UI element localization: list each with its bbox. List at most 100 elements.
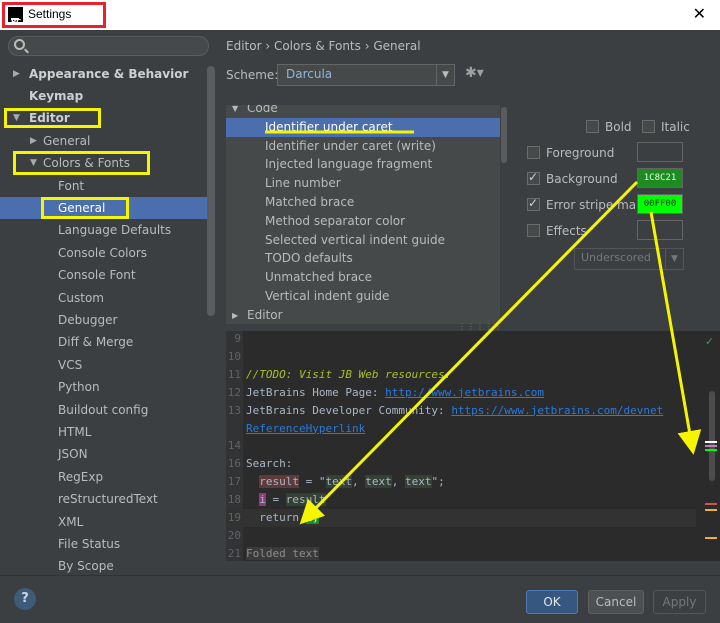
attribute-list-item[interactable]: Matched brace <box>226 193 500 212</box>
attribute-list-label: Matched brace <box>265 195 355 209</box>
code-token: JetBrains Home Page: <box>246 385 386 399</box>
cancel-button[interactable]: Cancel <box>588 590 644 614</box>
attribute-list-item[interactable]: Identifier under caret (write) <box>226 137 500 156</box>
attribute-list-scrollbar[interactable] <box>500 105 508 324</box>
close-icon[interactable]: ✕ <box>693 4 706 23</box>
code-line: 21 Folded text <box>226 545 696 561</box>
attribute-list-item[interactable]: Method separator color <box>226 212 500 231</box>
bold-checkbox[interactable] <box>586 120 599 133</box>
editor-scrollbar[interactable] <box>709 391 715 481</box>
apply-button[interactable]: Apply <box>653 590 706 614</box>
attribute-list-item[interactable]: Vertical indent guide <box>226 287 500 306</box>
stripe-mark <box>705 441 717 443</box>
attribute-list-scroll-thumb[interactable] <box>501 107 507 163</box>
search-icon <box>14 39 25 50</box>
code-token: = <box>265 493 286 507</box>
attribute-list-label: Selected vertical indent guide <box>265 232 446 247</box>
ok-button[interactable]: OK <box>526 590 578 614</box>
scheme-value: Darcula <box>286 67 333 81</box>
sidebar-item[interactable]: ▶ General <box>0 130 207 152</box>
attribute-list-item[interactable]: ▼ Code <box>226 105 500 118</box>
sidebar-item[interactable]: JSON <box>0 443 207 465</box>
search-input[interactable] <box>8 36 209 56</box>
code-text: Folded text <box>243 546 319 560</box>
attribute-list-item[interactable]: Unmatched brace <box>226 268 500 287</box>
collapsed-arrow-icon[interactable]: ▶ <box>30 130 37 152</box>
sidebar-item[interactable]: Python <box>0 376 207 398</box>
dialog-footer: ? OK Cancel Apply <box>0 575 720 623</box>
sidebar-item[interactable]: RegExp <box>0 466 207 488</box>
help-icon[interactable]: ? <box>14 588 36 610</box>
sidebar-item[interactable]: Font <box>0 175 207 197</box>
sidebar-item[interactable]: Console Colors <box>0 242 207 264</box>
sidebar-item-label: Custom <box>58 290 104 305</box>
code-token: Folded text <box>246 546 319 560</box>
code-token: text <box>365 475 392 489</box>
code-token: JetBrains Developer Community: <box>246 403 452 417</box>
background-checkbox[interactable] <box>527 170 540 185</box>
splitter-handle[interactable]: ⋮⋮⋮⋮⋮ <box>458 322 503 331</box>
scheme-select[interactable]: Darcula ▼ <box>277 64 455 86</box>
general-highlight-box <box>41 197 129 219</box>
collapsed-arrow-icon[interactable]: ▶ <box>13 63 20 85</box>
line-number: 18 <box>227 493 241 507</box>
bold-label: Bold <box>605 120 632 134</box>
attribute-list-item[interactable]: Injected language fragment <box>226 155 500 174</box>
collapsed-arrow-icon[interactable]: ▶ <box>232 306 238 324</box>
attribute-list-item[interactable]: Selected vertical indent guide <box>226 231 500 250</box>
foreground-checkbox[interactable] <box>527 146 540 159</box>
code-preview[interactable]: 9 10 11//TODO: Visit JB Web resources: 12 Je… <box>226 331 720 561</box>
code-token: , <box>391 475 405 489</box>
sidebar-item[interactable]: ▶ Appearance & Behavior <box>0 63 207 85</box>
effects-type-select[interactable]: Underscored ▼ <box>574 248 684 270</box>
attribute-list-item[interactable]: TODO defaults <box>226 249 500 268</box>
sidebar-item[interactable]: Custom <box>0 287 207 309</box>
sidebar-item[interactable]: Diff & Merge <box>0 331 207 353</box>
sidebar-item[interactable]: Language Defaults <box>0 219 207 241</box>
sidebar-item[interactable]: Debugger <box>0 309 207 331</box>
colors-fonts-highlight-box <box>13 151 150 175</box>
sidebar-item[interactable]: XML <box>0 511 207 533</box>
line-number: 17 <box>227 475 241 489</box>
attribute-list-label: TODO defaults <box>265 251 353 266</box>
sidebar-item[interactable]: Buildout config <box>0 399 207 421</box>
effects-color-swatch[interactable] <box>637 220 683 240</box>
sidebar-scrollbar[interactable] <box>207 66 215 316</box>
code-line: 17 result = "text, text, text"; <box>226 473 696 491</box>
sidebar-item-label: JSON <box>58 447 88 462</box>
code-text: result = "text, text, text"; <box>243 475 445 489</box>
code-line: 20 <box>226 527 696 545</box>
error-stripe-color-swatch[interactable]: 00FF00 <box>637 194 683 214</box>
code-token: http://www.jetbrains.com <box>385 385 545 399</box>
sidebar-item[interactable]: VCS <box>0 354 207 376</box>
sidebar-item[interactable]: Console Font <box>0 264 207 286</box>
sidebar-item-label: Console Colors <box>58 245 148 260</box>
sidebar-item[interactable]: reStructuredText <box>0 488 207 510</box>
error-stripe-checkbox[interactable] <box>527 196 540 211</box>
sidebar-item[interactable]: File Status <box>0 533 207 555</box>
sidebar-item[interactable]: Keymap <box>0 85 207 107</box>
sidebar-item-label: Appearance & Behavior <box>29 67 189 81</box>
sidebar-item-label: Language Defaults <box>58 223 172 238</box>
background-color-swatch[interactable]: 1C8C21 <box>637 168 683 188</box>
expanded-arrow-icon[interactable]: ▼ <box>232 105 238 118</box>
code-text: i = result <box>243 493 326 507</box>
attribute-list-label: Vertical indent guide <box>265 289 390 303</box>
attribute-list-label: Editor <box>247 307 283 322</box>
attribute-list-item[interactable]: Identifier under caret <box>226 117 500 137</box>
code-token: https://www.jetbrains.com/devnet <box>451 403 664 417</box>
attribute-list-item[interactable]: Line number <box>226 174 500 193</box>
effects-checkbox[interactable] <box>527 224 540 237</box>
foreground-color-swatch[interactable] <box>637 142 683 162</box>
italic-checkbox[interactable] <box>642 120 655 133</box>
settings-main-panel: Editor › Colors & Fonts › General Scheme… <box>217 30 720 575</box>
gear-icon[interactable]: ✱▾ <box>465 65 484 81</box>
sidebar-item[interactable]: HTML <box>0 421 207 443</box>
sidebar-item[interactable]: By Scope <box>0 555 207 575</box>
line-number: 11 <box>227 367 241 381</box>
